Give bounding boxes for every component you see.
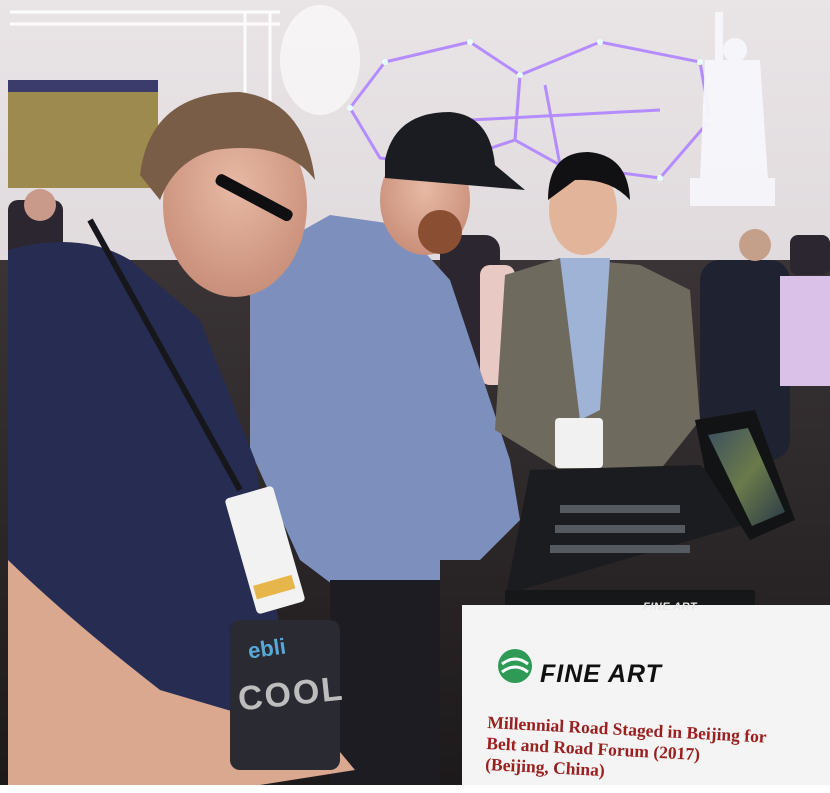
sign-brand-label: FINE ART	[540, 660, 662, 688]
console-brand-label: FINE ART	[643, 601, 698, 613]
curtain	[8, 88, 158, 188]
photo-scene	[0, 0, 830, 785]
booth-panel	[780, 276, 830, 386]
bag-print-top: ebli	[246, 633, 288, 664]
